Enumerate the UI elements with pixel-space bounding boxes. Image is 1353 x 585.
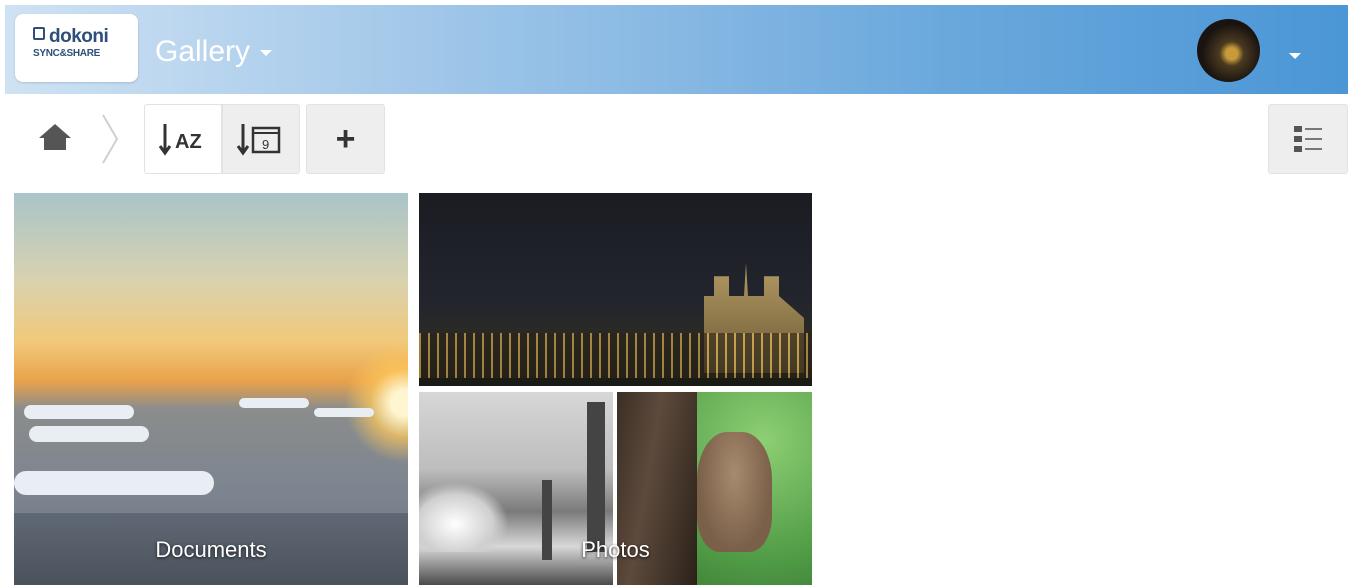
- paris-night-thumbnail: [419, 193, 812, 386]
- sort-alpha-text: AZ: [175, 131, 202, 153]
- sort-by-date-button[interactable]: 9: [222, 104, 300, 174]
- sort-date-icon: 9: [236, 124, 281, 156]
- sun-glow: [344, 343, 408, 463]
- breadcrumb-separator-icon: [100, 113, 120, 170]
- bridge-tower: [587, 402, 605, 552]
- top-bar: dokoni SYNC&SHARE Gallery: [0, 0, 1353, 95]
- breadcrumb-home-icon[interactable]: [38, 122, 72, 157]
- folder-tile-photos[interactable]: Photos: [419, 193, 812, 585]
- folder-tile-documents[interactable]: Documents: [14, 193, 408, 585]
- folder-label: Documents: [155, 537, 267, 562]
- add-button[interactable]: +: [306, 104, 385, 174]
- airplane: [29, 426, 149, 442]
- airplane: [24, 405, 134, 419]
- list-view-button[interactable]: [1268, 104, 1348, 174]
- logo-subtitle: SYNC&SHARE: [33, 48, 101, 59]
- sort-date-text: 9: [262, 137, 269, 152]
- app-title: Gallery: [155, 35, 251, 68]
- app-switcher[interactable]: Gallery: [155, 35, 273, 69]
- sort-by-name-button[interactable]: AZ: [144, 104, 222, 174]
- airplane: [14, 471, 214, 495]
- airplane: [239, 398, 309, 408]
- user-avatar[interactable]: [1197, 19, 1260, 82]
- list-view-icon: [1294, 126, 1322, 152]
- city-lights: [419, 333, 812, 378]
- app-header: dokoni SYNC&SHARE Gallery: [5, 5, 1348, 94]
- toolbar: AZ 9 +: [0, 95, 1353, 185]
- squirrel: [697, 432, 772, 552]
- airplane: [314, 408, 374, 417]
- folder-label: Photos: [581, 537, 650, 562]
- airport-thumbnail: [14, 193, 408, 585]
- user-menu-chevron-down-icon[interactable]: [1289, 53, 1301, 59]
- sort-alpha-icon: AZ: [158, 124, 202, 156]
- logo-mark-icon: [33, 27, 45, 40]
- chevron-down-icon: [260, 50, 273, 57]
- app-logo[interactable]: dokoni SYNC&SHARE: [15, 14, 138, 82]
- logo-brand: dokoni: [49, 26, 109, 47]
